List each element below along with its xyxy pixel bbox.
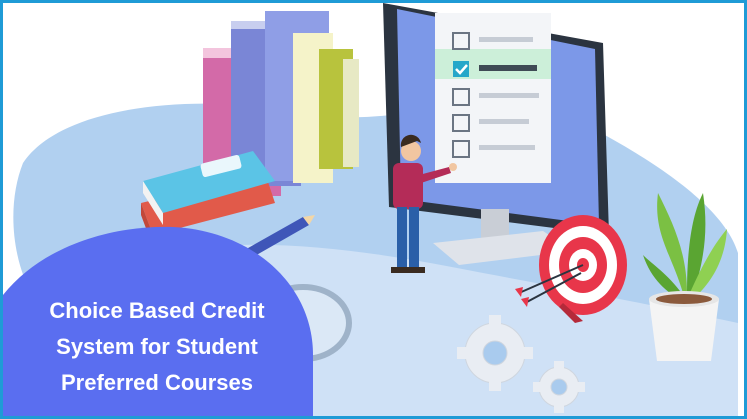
banner-title-line-2: System for Student xyxy=(56,334,258,359)
banner-frame: Choice Based Credit System for Student P… xyxy=(0,0,747,419)
caption-panel: Choice Based Credit System for Student P… xyxy=(3,225,313,416)
banner-title: Choice Based Credit System for Student P… xyxy=(17,293,297,401)
banner-title-line-3: Preferred Courses xyxy=(61,370,253,395)
banner-title-line-1: Choice Based Credit xyxy=(49,298,265,323)
checklist-icon xyxy=(435,13,551,183)
